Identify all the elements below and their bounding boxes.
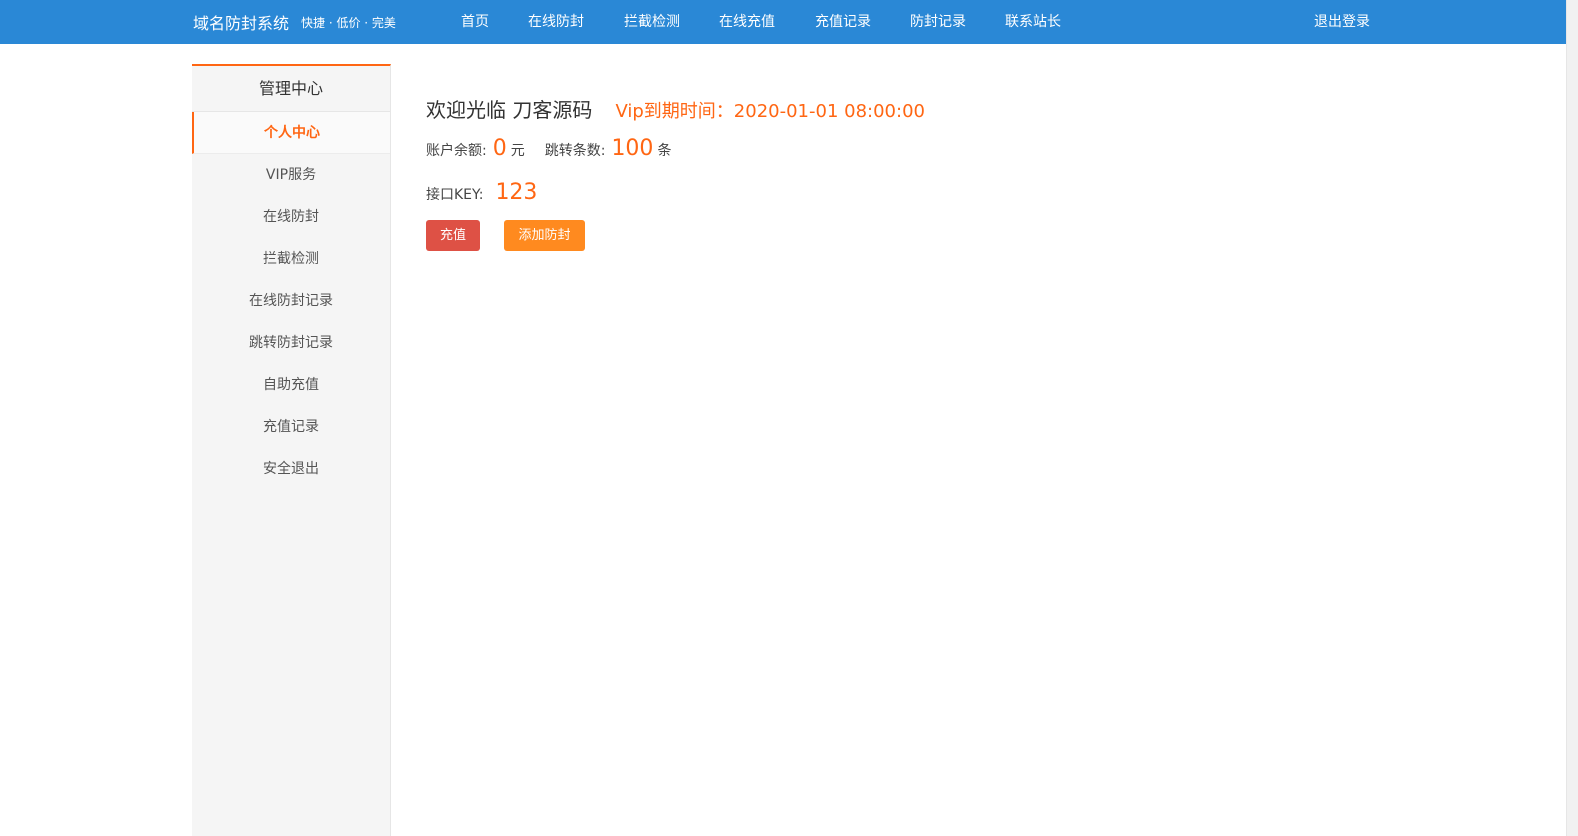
sidebar-item-online-protect-records[interactable]: 在线防封记录 <box>192 280 390 322</box>
sidebar-item-safe-logout[interactable]: 安全退出 <box>192 448 390 490</box>
jump-count-unit: 条 <box>657 143 672 159</box>
sidebar-item-recharge-records[interactable]: 充值记录 <box>192 406 390 448</box>
balance-value: 0 <box>492 136 507 161</box>
vip-expiry: Vip到期时间：2020-01-01 08:00:00 <box>615 101 925 122</box>
sidebar-item-jump-protect-records[interactable]: 跳转防封记录 <box>192 322 390 364</box>
account-stats: 账户余额: 0 元 跳转条数: 100 条 <box>426 136 671 161</box>
brand[interactable]: 域名防封系统 快捷 · 低价 · 完美 <box>193 0 396 44</box>
nav-intercept-check[interactable]: 拦截检测 <box>624 0 680 44</box>
sidebar-item-vip-service[interactable]: VIP服务 <box>192 154 390 196</box>
sidebar: 管理中心 个人中心 VIP服务 在线防封 拦截检测 在线防封记录 跳转防封记录 … <box>192 64 391 836</box>
jump-count-value: 100 <box>611 136 654 161</box>
nav-protect-records[interactable]: 防封记录 <box>910 0 966 44</box>
sidebar-item-personal-center[interactable]: 个人中心 <box>192 112 390 154</box>
api-key-value: 123 <box>495 180 538 205</box>
api-key-label: 接口KEY: <box>426 187 484 203</box>
scrollbar-track[interactable] <box>1566 0 1578 836</box>
api-key-row: 接口KEY: 123 <box>426 180 541 205</box>
site-title: 域名防封系统 <box>193 14 290 33</box>
top-navbar: 域名防封系统 快捷 · 低价 · 完美 首页 在线防封 拦截检测 在线充值 充值… <box>0 0 1566 44</box>
nav-online-recharge[interactable]: 在线充值 <box>719 0 775 44</box>
balance-label: 账户余额: <box>426 143 487 159</box>
site-slogan: 快捷 · 低价 · 完美 <box>301 15 396 30</box>
nav-online-protect[interactable]: 在线防封 <box>528 0 584 44</box>
balance-unit: 元 <box>510 143 525 159</box>
nav-contact-admin[interactable]: 联系站长 <box>1005 0 1061 44</box>
sidebar-item-intercept-check[interactable]: 拦截检测 <box>192 238 390 280</box>
add-protect-button[interactable]: 添加防封 <box>504 220 585 251</box>
sidebar-item-self-recharge[interactable]: 自助充值 <box>192 364 390 406</box>
logout-link[interactable]: 退出登录 <box>1314 0 1370 44</box>
recharge-button[interactable]: 充值 <box>426 220 480 251</box>
welcome-line: 欢迎光临 刀客源码 Vip到期时间：2020-01-01 08:00:00 <box>426 94 925 123</box>
sidebar-heading: 管理中心 <box>192 66 390 112</box>
sidebar-item-online-protect[interactable]: 在线防封 <box>192 196 390 238</box>
welcome-text: 欢迎光临 刀客源码 <box>426 98 593 122</box>
nav-home[interactable]: 首页 <box>461 0 489 44</box>
jump-count-label: 跳转条数: <box>544 143 606 159</box>
nav-recharge-records[interactable]: 充值记录 <box>815 0 871 44</box>
